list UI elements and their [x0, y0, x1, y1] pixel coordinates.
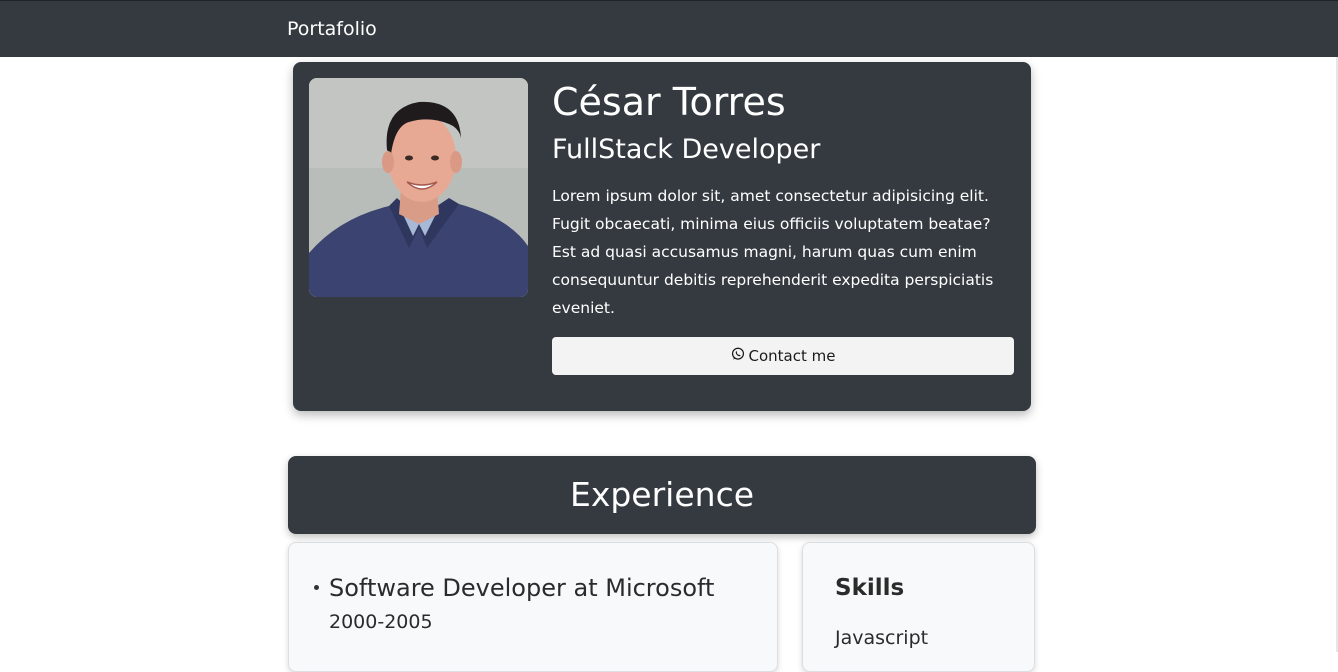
skill-item: Javascript — [835, 627, 929, 649]
bullet-icon — [314, 585, 319, 590]
profile-name: César Torres — [552, 80, 786, 124]
navbar-brand[interactable]: Portafolio — [287, 17, 377, 41]
experience-header: Experience — [288, 456, 1036, 534]
profile-role: FullStack Developer — [552, 134, 821, 165]
profile-photo — [309, 78, 528, 297]
list-item: Software Developer at Microsoft 2000-200… — [314, 571, 715, 639]
experience-title: Experience — [569, 475, 755, 514]
job-dates: 2000-2005 — [329, 611, 433, 633]
job-title: Software Developer at Microsoft — [329, 574, 715, 602]
skills-title: Skills — [835, 575, 905, 601]
contact-me-button[interactable]: Contact me — [552, 337, 1014, 375]
experience-card: Software Developer at Microsoft 2000-200… — [288, 542, 778, 672]
navbar: Portafolio — [0, 0, 1338, 57]
profile-card: César Torres FullStack Developer Lorem i… — [293, 62, 1031, 411]
profile-bio: Lorem ipsum dolor sit, amet consectetur … — [552, 187, 994, 317]
skills-card: Skills Javascript — [802, 542, 1035, 672]
contact-me-label: Contact me — [748, 347, 836, 365]
whatsapp-icon — [731, 347, 745, 365]
